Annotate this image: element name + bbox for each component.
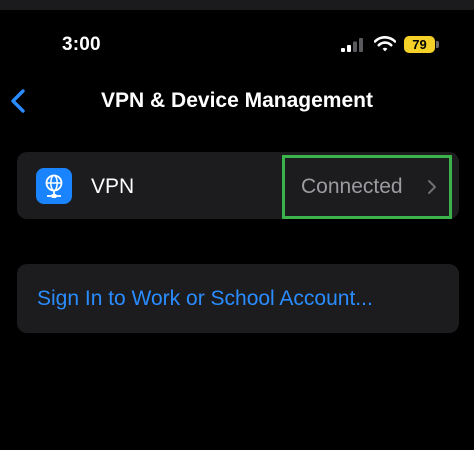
highlight-annotation-box (282, 155, 452, 219)
signin-link[interactable]: Sign In to Work or School Account... (37, 287, 373, 311)
top-frame (0, 0, 474, 10)
cellular-signal-icon (341, 38, 363, 52)
vpn-label: VPN (91, 175, 135, 198)
battery-icon: 79 (404, 36, 435, 53)
page-title: VPN & Device Management (101, 89, 373, 112)
screen-background (0, 10, 474, 450)
globe-network-icon (36, 168, 72, 204)
status-time: 3:00 (62, 34, 101, 55)
battery-tip (436, 41, 439, 48)
battery-level: 79 (412, 37, 427, 52)
wifi-icon (374, 36, 396, 52)
